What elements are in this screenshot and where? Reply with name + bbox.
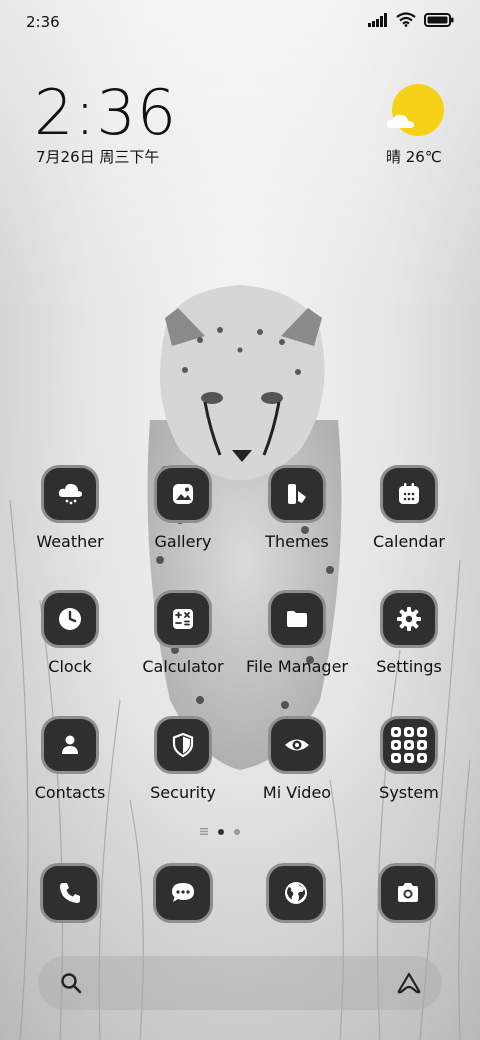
app-tile xyxy=(41,465,99,523)
page-indicator[interactable] xyxy=(200,828,240,835)
status-bar: 2:36 xyxy=(0,0,480,44)
app-gallery[interactable]: Gallery xyxy=(126,465,240,575)
status-time: 2:36 xyxy=(26,13,60,31)
dock-browser[interactable] xyxy=(266,863,326,923)
app-label: Contacts xyxy=(34,783,106,802)
app-label: System xyxy=(379,783,439,802)
app-tile xyxy=(153,863,213,923)
gallery-icon xyxy=(173,484,193,504)
gear-icon xyxy=(397,607,421,631)
clock-widget-date: 7月26日 周三下午 xyxy=(36,148,160,166)
weather-icon xyxy=(58,483,82,505)
app-clock[interactable]: Clock xyxy=(13,590,127,700)
app-file-manager[interactable]: File Manager xyxy=(240,590,354,700)
globe-icon xyxy=(285,882,307,904)
cloud-icon xyxy=(386,114,414,128)
folder-icon xyxy=(287,611,307,627)
app-tile xyxy=(380,465,438,523)
person-icon xyxy=(62,735,78,754)
app-label: File Manager xyxy=(246,657,348,676)
calculator-icon xyxy=(173,609,193,629)
app-tile xyxy=(154,716,212,774)
status-icons xyxy=(368,12,454,27)
message-icon xyxy=(172,883,194,902)
app-contacts[interactable]: Contacts xyxy=(13,716,127,826)
weather-widget-text: 晴 26℃ xyxy=(386,148,442,166)
app-tile xyxy=(41,590,99,648)
app-tile xyxy=(268,590,326,648)
app-label: Security xyxy=(150,783,216,802)
app-tile xyxy=(380,590,438,648)
app-calculator[interactable]: Calculator xyxy=(126,590,240,700)
app-weather[interactable]: Weather xyxy=(13,465,127,575)
folder-grid-icon xyxy=(391,727,427,763)
app-calendar[interactable]: Calendar xyxy=(352,465,466,575)
battery-icon xyxy=(424,12,454,27)
page-dot[interactable] xyxy=(234,828,240,835)
app-label: Calculator xyxy=(142,657,224,676)
wifi-icon xyxy=(396,12,416,27)
signal-icon xyxy=(368,12,387,27)
dock-messages[interactable] xyxy=(153,863,213,923)
assistant-icon[interactable] xyxy=(396,971,422,995)
dock-phone[interactable] xyxy=(40,863,100,923)
app-tile xyxy=(378,863,438,923)
app-tile xyxy=(268,465,326,523)
app-themes[interactable]: Themes xyxy=(240,465,354,575)
app-settings[interactable]: Settings xyxy=(352,590,466,700)
app-label: Mi Video xyxy=(262,783,332,802)
app-folder-system[interactable]: System xyxy=(352,716,466,826)
app-tile xyxy=(154,465,212,523)
app-label: Weather xyxy=(36,532,104,551)
app-label: Gallery xyxy=(154,532,212,551)
app-tile xyxy=(41,716,99,774)
app-label: Settings xyxy=(376,657,442,676)
app-tile xyxy=(40,863,100,923)
eye-icon xyxy=(285,739,309,751)
app-security[interactable]: Security xyxy=(126,716,240,826)
clock-widget-time[interactable]: 2:36 xyxy=(34,76,177,149)
camera-icon xyxy=(398,883,418,902)
shield-icon xyxy=(172,732,194,758)
app-tile xyxy=(380,716,438,774)
search-icon[interactable] xyxy=(60,972,82,994)
clock-icon xyxy=(59,608,81,630)
search-bar[interactable] xyxy=(38,956,442,1010)
calendar-icon xyxy=(399,483,419,504)
app-tile xyxy=(268,716,326,774)
app-mi-video[interactable]: Mi Video xyxy=(240,716,354,826)
themes-icon xyxy=(288,484,306,504)
list-lines-icon xyxy=(200,828,208,835)
page-dot-active[interactable] xyxy=(218,828,224,835)
app-tile xyxy=(154,590,212,648)
app-label: Themes xyxy=(265,532,329,551)
dock-camera[interactable] xyxy=(378,863,438,923)
app-label: Clock xyxy=(48,657,92,676)
app-tile xyxy=(266,863,326,923)
app-label: Calendar xyxy=(373,532,445,551)
phone-icon xyxy=(60,883,80,903)
